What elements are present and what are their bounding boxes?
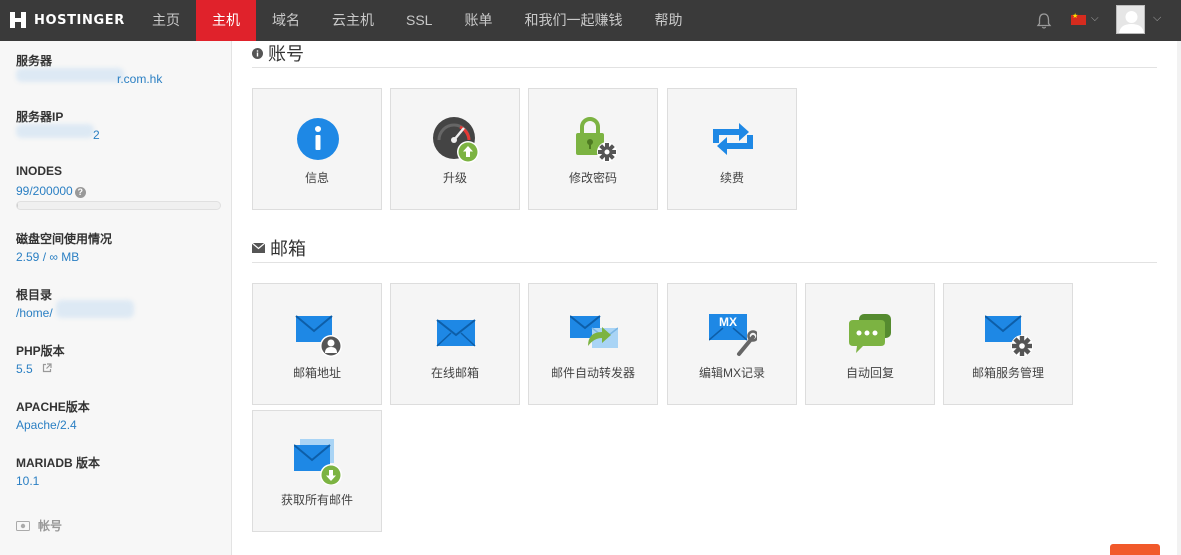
- user-menu-chevron-down-icon[interactable]: ⌵: [1153, 12, 1161, 25]
- tile-email-autoresponders[interactable]: 自动回复: [805, 283, 935, 405]
- lock-gear-icon: [576, 117, 617, 162]
- sidebar-section-account[interactable]: 帐号: [16, 517, 62, 534]
- tile-label: 邮箱地址: [292, 366, 341, 380]
- tile-account-info[interactable]: 信息: [252, 88, 382, 210]
- hosting-info-sidebar: 服务器 r.com.hk 服务器IP 2 INODES 99/200000? 磁…: [0, 41, 232, 555]
- help-question-icon[interactable]: ?: [74, 187, 86, 198]
- tile-label: 获取所有邮件: [280, 493, 353, 507]
- avatar[interactable]: [1116, 5, 1145, 34]
- mx-record-icon: MX: [709, 314, 757, 356]
- tile-label: 续费: [719, 171, 744, 185]
- brand-name: HOSTINGER: [34, 12, 125, 28]
- tile-email-forwarders[interactable]: 邮件自动转发器: [528, 283, 658, 405]
- redacted-root-dir: [56, 300, 134, 318]
- email-title-text: 邮箱: [270, 239, 306, 259]
- mariadb-version-value: 10.1: [16, 474, 40, 488]
- account-divider: [252, 67, 1157, 68]
- scrollbar-track[interactable]: [1177, 41, 1181, 555]
- tile-email-mx-records[interactable]: MX 编辑MX记录: [667, 283, 797, 405]
- chat-widget-tab[interactable]: [1110, 544, 1160, 555]
- tile-label: 自动回复: [845, 366, 894, 380]
- sidebar-section-account-label: 帐号: [38, 519, 63, 533]
- inodes-label: INODES: [16, 164, 63, 178]
- account-section-title: 账号: [252, 40, 304, 66]
- tile-label: 升级: [442, 171, 467, 185]
- top-navbar: HOSTINGER 主页 主机 域名 云主机 SSL 账单 和我们一起赚钱 帮助…: [0, 0, 1181, 47]
- php-version-label: PHP版本: [16, 344, 65, 358]
- tile-email-webmail[interactable]: 在线邮箱: [390, 283, 520, 405]
- server-label: 服务器: [16, 54, 53, 68]
- apache-version-label: APACHE版本: [16, 400, 90, 414]
- tile-label: 编辑MX记录: [698, 366, 765, 380]
- nav-hosting[interactable]: 主机: [196, 0, 256, 47]
- renew-arrows-icon: [713, 123, 753, 155]
- nav-help[interactable]: 帮助: [638, 0, 698, 41]
- tile-label: 信息: [304, 171, 329, 185]
- user-silhouette-icon: [1119, 11, 1144, 33]
- nav-domains[interactable]: 域名: [256, 0, 316, 41]
- server-ip-label: 服务器IP: [16, 110, 64, 124]
- tile-label: 邮箱服务管理: [971, 366, 1044, 380]
- inodes-usage-bar: [16, 201, 221, 210]
- disk-usage-value: 2.59 / ∞ MB: [16, 250, 80, 264]
- language-chevron-down-icon[interactable]: ⌵: [1091, 13, 1099, 24]
- php-version-row: 5.5: [16, 362, 52, 376]
- redacted-server-ip: [16, 124, 94, 138]
- tile-account-upgrade[interactable]: 升级: [390, 88, 520, 210]
- nav-home[interactable]: 主页: [136, 0, 196, 41]
- china-flag-icon[interactable]: [1071, 12, 1086, 25]
- server-ip-value: 2: [93, 128, 100, 142]
- nav-billing[interactable]: 账单: [448, 0, 508, 41]
- bell-icon[interactable]: [1035, 12, 1053, 30]
- root-dir-label: 根目录: [16, 288, 53, 302]
- main-nav: 主页 主机 域名 云主机 SSL 账单 和我们一起赚钱 帮助: [136, 0, 698, 47]
- php-version-value: 5.5: [16, 362, 33, 376]
- svg-text:MX: MX: [719, 315, 737, 329]
- tile-account-renew[interactable]: 续费: [667, 88, 797, 210]
- mail-download-icon: [294, 439, 342, 485]
- tile-account-change-password[interactable]: 修改密码: [528, 88, 658, 210]
- hostinger-logo-mark: [8, 10, 28, 30]
- nav-ssl[interactable]: SSL: [390, 0, 448, 41]
- inodes-row: 99/200000?: [16, 184, 86, 198]
- inodes-value: 99/200000: [16, 184, 73, 198]
- mail-forward-icon: [570, 315, 618, 348]
- tile-label: 邮件自动转发器: [550, 366, 635, 380]
- nav-vps[interactable]: 云主机: [316, 0, 390, 41]
- root-dir-value: /home/: [16, 306, 53, 320]
- email-section-title: 邮箱: [252, 235, 306, 261]
- nav-affiliate[interactable]: 和我们一起赚钱: [508, 0, 638, 41]
- account-card-icon: [16, 520, 30, 531]
- mail-settings-icon: [985, 315, 1033, 357]
- tile-email-fetch-all[interactable]: 获取所有邮件: [252, 410, 382, 532]
- server-value: r.com.hk: [117, 72, 163, 86]
- account-title-text: 账号: [268, 44, 304, 64]
- redacted-server-name: [16, 68, 124, 82]
- envelope-small-icon: [252, 243, 265, 253]
- tile-label: 修改密码: [568, 171, 617, 185]
- mariadb-version-label: MARIADB 版本: [16, 456, 100, 470]
- email-divider: [252, 262, 1157, 263]
- tile-label: 在线邮箱: [430, 366, 479, 380]
- hostinger-logo[interactable]: HOSTINGER: [8, 10, 125, 30]
- mail-user-icon: [295, 315, 342, 357]
- info-small-icon: [252, 47, 263, 59]
- info-icon: [297, 118, 339, 160]
- autoreply-chat-icon: [849, 314, 891, 353]
- tile-email-service-management[interactable]: 邮箱服务管理: [943, 283, 1073, 405]
- external-link-icon[interactable]: [42, 363, 52, 373]
- webmail-icon: [436, 319, 476, 347]
- speedometer-upgrade-icon: [433, 117, 479, 163]
- disk-usage-label: 磁盘空间使用情况: [16, 232, 113, 246]
- tile-email-accounts[interactable]: 邮箱地址: [252, 283, 382, 405]
- apache-version-value: Apache/2.4: [16, 418, 77, 432]
